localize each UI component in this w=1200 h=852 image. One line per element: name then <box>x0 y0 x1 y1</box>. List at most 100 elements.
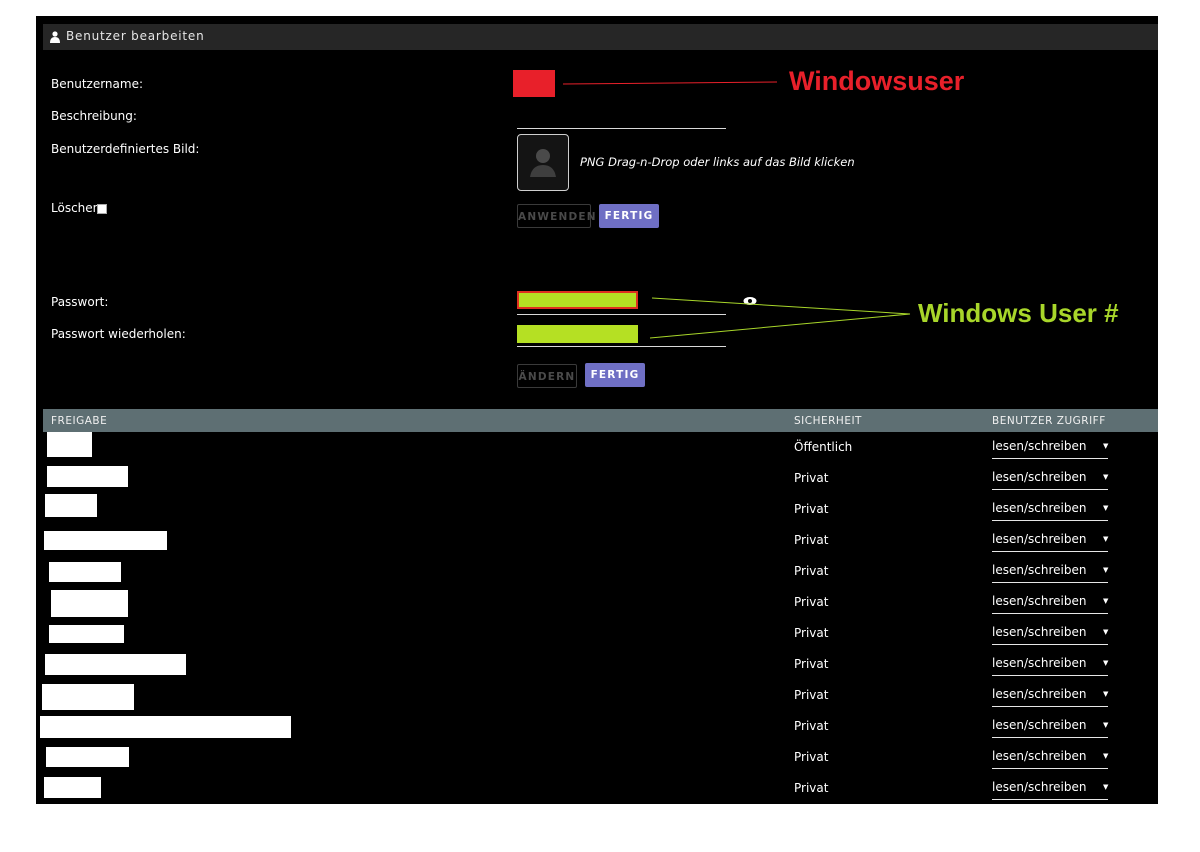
chevron-down-icon[interactable]: ▼ <box>1103 659 1108 667</box>
table-row: Privat lesen/schreiben ▼ <box>36 617 1158 648</box>
username-field[interactable] <box>513 70 555 97</box>
select-underline <box>992 706 1108 707</box>
access-select[interactable]: lesen/schreiben <box>992 687 1086 701</box>
description-label: Beschreibung: <box>51 109 137 123</box>
avatar-placeholder-icon <box>530 149 556 177</box>
redacted-share-name <box>46 747 129 767</box>
security-value: Privat <box>794 750 829 764</box>
redacted-share-name <box>40 716 291 738</box>
select-underline <box>992 613 1108 614</box>
password-repeat-input[interactable] <box>517 325 638 343</box>
redacted-share-name <box>45 494 97 517</box>
chevron-down-icon[interactable]: ▼ <box>1103 535 1108 543</box>
access-select[interactable]: lesen/schreiben <box>992 594 1086 608</box>
delete-checkbox[interactable] <box>97 204 107 214</box>
redacted-share-name <box>49 562 121 582</box>
table-row: Öffentlich lesen/schreiben ▼ <box>36 431 1158 462</box>
chevron-down-icon[interactable]: ▼ <box>1103 566 1108 574</box>
select-underline <box>992 799 1108 800</box>
chevron-down-icon[interactable]: ▼ <box>1103 783 1108 791</box>
access-select[interactable]: lesen/schreiben <box>992 439 1086 453</box>
dialog-title: Benutzer bearbeiten <box>66 29 205 43</box>
custom-image-label: Benutzerdefiniertes Bild: <box>51 142 200 156</box>
table-row: Privat lesen/schreiben ▼ <box>36 493 1158 524</box>
redacted-share-name <box>42 684 134 710</box>
select-underline <box>992 520 1108 521</box>
select-underline <box>992 458 1108 459</box>
select-underline <box>992 582 1108 583</box>
chevron-down-icon[interactable]: ▼ <box>1103 690 1108 698</box>
table-row: Privat lesen/schreiben ▼ <box>36 462 1158 493</box>
access-select[interactable]: lesen/schreiben <box>992 563 1086 577</box>
redacted-share-name <box>51 590 128 617</box>
password-repeat-underline <box>517 346 726 347</box>
chevron-down-icon[interactable]: ▼ <box>1103 597 1108 605</box>
change-button[interactable]: ÄNDERN <box>517 364 577 388</box>
security-value: Privat <box>794 471 829 485</box>
chevron-down-icon[interactable]: ▼ <box>1103 504 1108 512</box>
table-row: Privat lesen/schreiben ▼ <box>36 710 1158 741</box>
redacted-share-name <box>45 654 186 675</box>
table-row: Privat lesen/schreiben ▼ <box>36 648 1158 679</box>
chevron-down-icon[interactable]: ▼ <box>1103 473 1108 481</box>
access-select[interactable]: lesen/schreiben <box>992 656 1086 670</box>
select-underline <box>992 737 1108 738</box>
delete-label: Löschen <box>51 201 101 215</box>
username-annotation-line <box>562 81 778 85</box>
security-value: Privat <box>794 502 829 516</box>
select-underline <box>992 551 1108 552</box>
select-underline <box>992 768 1108 769</box>
security-value: Privat <box>794 688 829 702</box>
redacted-share-name <box>44 531 167 550</box>
access-select[interactable]: lesen/schreiben <box>992 780 1086 794</box>
shares-table-header: FREIGABE SICHERHEIT BENUTZER ZUGRIFF <box>43 409 1158 432</box>
edit-user-dialog: Benutzer bearbeiten Benutzername: Window… <box>36 16 1158 804</box>
access-select[interactable]: lesen/schreiben <box>992 501 1086 515</box>
select-underline <box>992 489 1108 490</box>
security-value: Privat <box>794 533 829 547</box>
chevron-down-icon[interactable]: ▼ <box>1103 752 1108 760</box>
chevron-down-icon[interactable]: ▼ <box>1103 721 1108 729</box>
dialog-titlebar: Benutzer bearbeiten <box>43 24 1158 50</box>
password-label: Passwort: <box>51 295 109 309</box>
select-underline <box>992 675 1108 676</box>
done-button-2[interactable]: FERTIG <box>585 363 645 387</box>
username-label: Benutzername: <box>51 77 144 91</box>
chevron-down-icon[interactable]: ▼ <box>1103 628 1108 636</box>
password-repeat-label: Passwort wiederholen: <box>51 327 186 341</box>
col-security: SICHERHEIT <box>794 415 862 427</box>
avatar-image-dropzone[interactable] <box>517 134 569 191</box>
apply-button[interactable]: ANWENDEN <box>517 204 596 228</box>
password-annotation: Windows User # <box>918 298 1119 328</box>
description-input[interactable] <box>517 128 726 129</box>
image-drop-hint: PNG Drag-n-Drop oder links auf das Bild … <box>580 155 855 169</box>
security-value: Privat <box>794 719 829 733</box>
table-row: Privat lesen/schreiben ▼ <box>36 741 1158 772</box>
table-row: Privat lesen/schreiben ▼ <box>36 524 1158 555</box>
table-row: Privat lesen/schreiben ▼ <box>36 586 1158 617</box>
chevron-down-icon[interactable]: ▼ <box>1103 442 1108 450</box>
redacted-share-name <box>47 466 128 487</box>
col-user-access: BENUTZER ZUGRIFF <box>992 415 1106 427</box>
access-select[interactable]: lesen/schreiben <box>992 470 1086 484</box>
redacted-share-name <box>49 625 124 643</box>
password-input[interactable] <box>517 291 638 309</box>
security-value: Privat <box>794 595 829 609</box>
password-annotation-lines <box>649 297 911 339</box>
username-annotation: Windowsuser <box>789 66 965 96</box>
access-select[interactable]: lesen/schreiben <box>992 625 1086 639</box>
table-row: Privat lesen/schreiben ▼ <box>36 679 1158 710</box>
col-share: FREIGABE <box>51 415 108 427</box>
access-select[interactable]: lesen/schreiben <box>992 532 1086 546</box>
table-row: Privat lesen/schreiben ▼ <box>36 555 1158 586</box>
security-value: Privat <box>794 657 829 671</box>
access-select[interactable]: lesen/schreiben <box>992 749 1086 763</box>
security-value: Öffentlich <box>794 440 853 454</box>
security-value: Privat <box>794 781 829 795</box>
select-underline <box>992 644 1108 645</box>
done-button[interactable]: FERTIG <box>599 204 659 228</box>
access-select[interactable]: lesen/schreiben <box>992 718 1086 732</box>
table-row: Privat lesen/schreiben ▼ <box>36 772 1158 803</box>
user-icon <box>50 31 60 43</box>
redacted-share-name <box>44 777 101 798</box>
